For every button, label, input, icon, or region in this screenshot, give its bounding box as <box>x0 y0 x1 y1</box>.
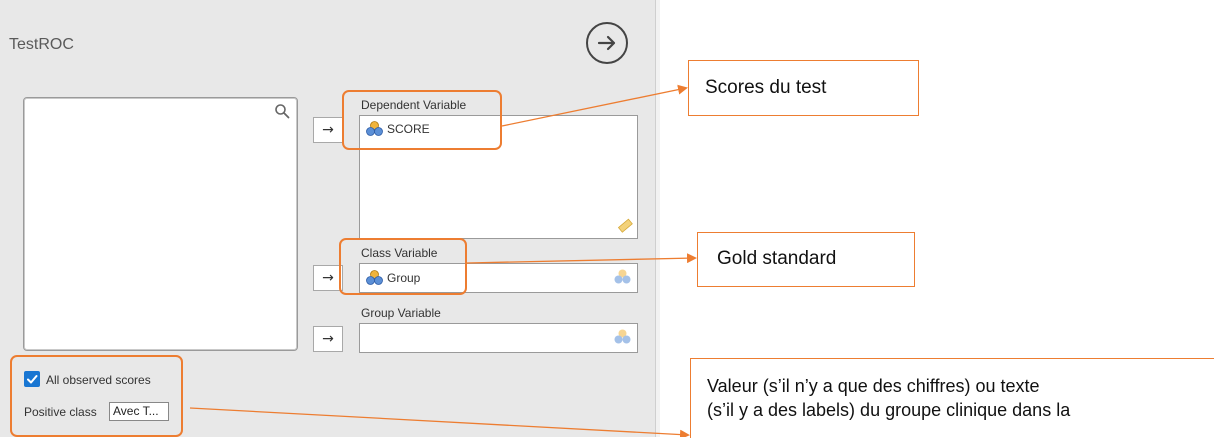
callout-value-text: Valeur (s’il n’y a que des chiffres) ou … <box>707 374 1070 422</box>
panel-scrollbar[interactable] <box>656 0 660 437</box>
highlight-class-variable <box>339 238 467 295</box>
highlight-options <box>10 355 183 437</box>
ruler-icon <box>617 218 633 233</box>
analysis-title: TestROC <box>9 36 74 53</box>
group-variable-box[interactable] <box>359 323 638 353</box>
callout-scores: Scores du test <box>688 60 919 116</box>
group-variable-label: Group Variable <box>361 306 441 320</box>
callout-value-line-2: (s’il y a des labels) du groupe clinique… <box>707 400 1071 420</box>
move-to-group-button[interactable]: → <box>313 326 343 352</box>
callout-positive-class: Valeur (s’il n’y a que des chiffres) ou … <box>690 358 1214 438</box>
nominal-variable-icon <box>614 269 631 284</box>
highlight-dependent-variable <box>342 90 502 150</box>
variable-list[interactable] <box>23 97 298 351</box>
nominal-variable-icon <box>614 329 631 344</box>
callout-scores-text: Scores du test <box>705 77 827 98</box>
search-icon[interactable] <box>274 103 290 119</box>
callout-gold-text: Gold standard <box>717 248 837 269</box>
callout-value-line-1: Valeur (s’il n’y a que des chiffres) ou … <box>707 376 1040 396</box>
arrow-circle-right-icon <box>597 35 616 51</box>
run-button[interactable] <box>586 22 628 64</box>
move-to-dependent-button[interactable]: → <box>313 117 343 143</box>
callout-gold-standard: Gold standard <box>697 232 915 287</box>
